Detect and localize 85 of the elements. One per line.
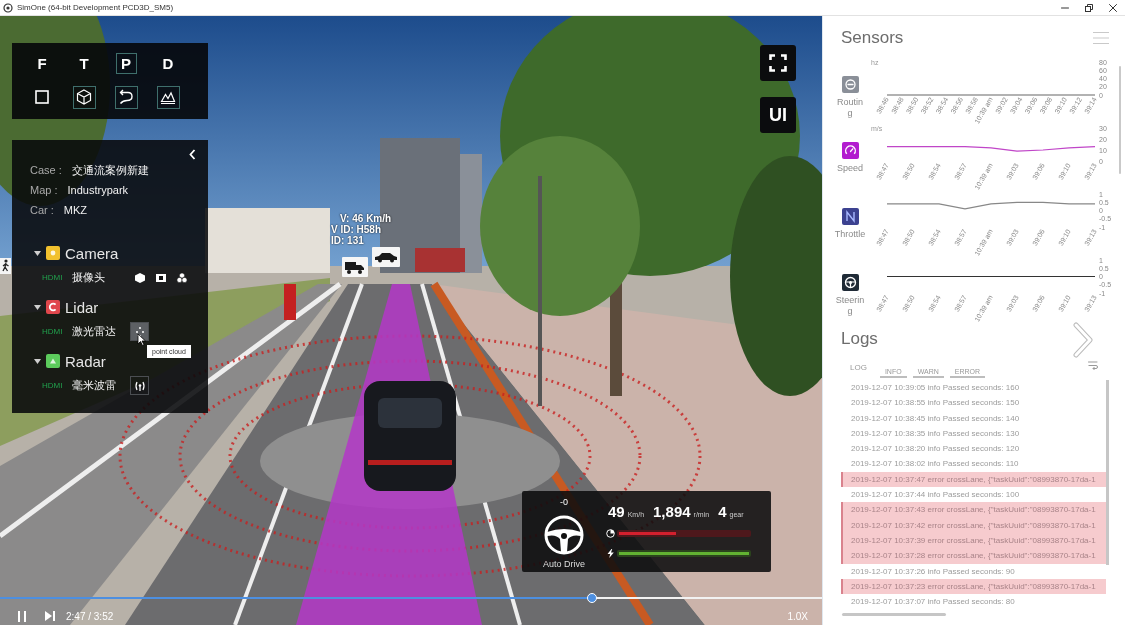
sensor-label: Routing [836,97,864,119]
car-icon [372,247,400,267]
view-toggle-button[interactable] [72,85,96,109]
steering-wheel-icon [544,515,584,555]
log-entry: 2019-12-07 10:37:43 error crossLane, {"taskUuid":"08993870-17da-1 [841,502,1106,518]
time-display: 2:47 / 3:52 [66,610,114,622]
progress-track[interactable] [0,593,822,603]
drive-mode-label: Auto Drive [543,559,585,570]
view-toggle-button[interactable] [114,85,138,109]
wrap-lines-icon[interactable] [1088,361,1098,370]
steering-angle: -0 [560,496,568,509]
device-name: 摄像头 [72,270,106,285]
expand-arrow-icon[interactable] [34,357,41,365]
port-label: HDMI [42,272,64,284]
field-label: Case : [30,164,62,176]
port-label: HDMI [42,326,64,338]
sensor-action-button[interactable] [130,376,149,395]
view-mode-button[interactable]: D [157,53,179,74]
pedestrian-icon [0,258,11,274]
log-entry: 2019-12-07 10:37:28 error crossLane, {"taskUuid":"08993870-17da-1 [841,548,1106,564]
scrollbar[interactable] [1106,380,1109,565]
fullscreen-icon [769,54,787,72]
log-entry: 2019-12-07 10:37:07 info Passed seconds: 80 [850,596,1016,609]
readout-value: 4 [718,503,727,520]
square-icon [35,90,49,104]
field-value: MKZ [63,204,88,216]
window-title: SimOne (64-bit Development PCD3D_SM5) [17,3,174,12]
cube-icon [76,89,92,105]
sensor-name: Radar [65,352,106,370]
field-label: Map : [30,184,58,196]
view-toggle-button[interactable] [156,85,180,109]
log-entry: 2019-12-07 10:37:44 info Passed seconds: 100 [850,489,1021,502]
panel-title: Sensors [841,29,904,47]
view-mode-button[interactable]: P [115,53,137,74]
log-entry: 2019-12-07 10:38:35 info Passed seconds: 130 [850,427,1021,440]
log-entry: 2019-12-07 10:39:05 info Passed seconds: 160 [850,382,1021,394]
sensor-label: Steering [834,295,866,317]
lightning-icon [606,548,615,558]
three-circles-icon [175,271,188,284]
log-entry: 2019-12-07 10:38:20 info Passed seconds: 120 [850,443,1021,456]
panel-title: Logs [841,329,878,348]
frame-icon [154,271,167,284]
scrollbar[interactable] [1119,66,1121,174]
readout-value: 49 [608,503,625,520]
close-icon[interactable] [1109,3,1117,12]
field-value: 交通流案例新建 [71,162,149,178]
sensor-name: Camera [65,244,119,262]
restore-icon[interactable] [1085,3,1093,12]
log-entry: 2019-12-07 10:38:55 info Passed seconds: 150 [850,397,1021,410]
pause-icon[interactable] [16,609,28,623]
app-logo-icon [3,2,13,13]
expand-arrow-icon[interactable] [34,249,41,257]
expand-arrow-icon[interactable] [34,303,41,311]
log-entry: 2019-12-07 10:37:26 info Passed seconds: 90 [850,565,1016,578]
scrollbar[interactable] [842,613,946,616]
log-label: LOG [850,363,867,372]
pie-chart-icon [606,528,615,538]
field-value: Industrypark [67,184,129,196]
sensor-label: Speed [835,163,864,174]
vehicle-label: V ID: H58h [331,224,381,235]
view-mode-button[interactable]: F [31,53,53,74]
device-name: 毫米波雷 [72,378,117,393]
antenna-icon [133,379,146,392]
log-entry: 2019-12-07 10:37:23 error crossLane, {"taskUuid":"08993870-17da-1 [841,578,1106,595]
curved-arrow-icon [118,89,134,105]
vehicle-label: V: 46 Km/h [340,213,392,224]
sensor-label: Throttle [834,229,866,240]
device-name: 激光雷达 [72,324,117,339]
field-label: Car : [30,204,54,216]
truck-icon [342,257,368,277]
sign-post [284,284,296,320]
slider-thumb[interactable] [586,593,597,603]
ui-button[interactable]: UI [760,97,796,133]
log-entry: 2019-12-07 10:38:45 info Passed seconds: 140 [850,412,1021,425]
chevron-left-icon[interactable] [189,148,196,160]
port-label: HDMI [42,380,64,392]
vehicle-label: ID: 131 [331,235,364,246]
skip-next-icon[interactable] [44,610,56,622]
sensor-name: Lidar [65,298,99,316]
cursor-icon [137,333,146,346]
log-entry: 2019-12-07 10:38:02 info Passed seconds: 110 [850,458,1020,471]
readout-value: 1,894 [653,503,691,520]
view-mode-button[interactable]: T [73,53,95,74]
fullscreen-button[interactable] [760,45,796,81]
log-entry: 2019-12-07 10:37:47 error crossLane, {"taskUuid":"08993870-17da-1 [841,471,1106,488]
